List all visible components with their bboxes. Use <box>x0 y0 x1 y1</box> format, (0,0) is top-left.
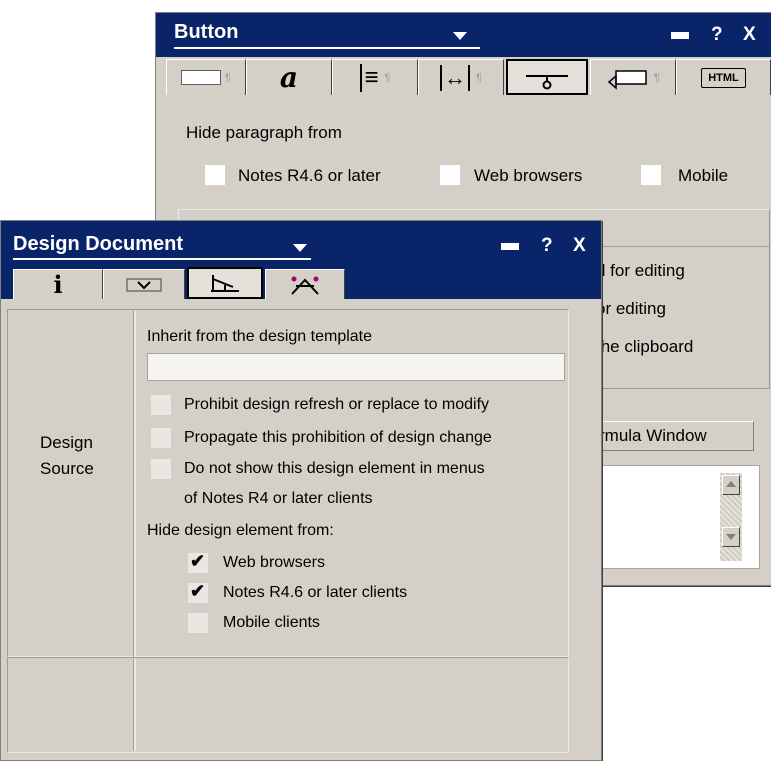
mobile-clients-label[interactable]: Mobile clients <box>223 614 320 632</box>
button-tab-strip: ¶ a ≡ ¶ ↔ ¶ ¶ HTML <box>166 57 771 97</box>
pilcrow-icon: ¶ <box>384 71 391 84</box>
title-dropdown-icon[interactable] <box>293 244 307 252</box>
html-tab[interactable]: HTML <box>676 59 771 95</box>
scroll-up-icon <box>726 481 736 487</box>
notes-r46-clients-checkbox[interactable]: ✔ <box>188 581 208 603</box>
fields-tab[interactable] <box>103 269 185 299</box>
security-tab[interactable] <box>265 269 345 299</box>
hide-in-menus-label[interactable]: Do not show this design element in menus <box>184 460 485 478</box>
hide-option-editing: d for editing <box>596 261 685 280</box>
field-tab[interactable]: ¶ <box>166 59 246 95</box>
scroll-down-button[interactable] <box>722 527 740 547</box>
web-browsers-label[interactable]: Web browsers <box>223 554 325 572</box>
design-tab[interactable] <box>187 267 263 299</box>
hide-in-menus-label-cont: of Notes R4 or later clients <box>184 490 373 507</box>
design-window-title[interactable]: Design Document <box>13 233 183 256</box>
margins-icon: ↔ <box>440 64 471 91</box>
html-icon: HTML <box>701 67 746 88</box>
propagate-prohibition-label[interactable]: Propagate this prohibition of design cha… <box>184 429 492 447</box>
web-browsers-checkbox[interactable]: ✔ <box>188 551 208 573</box>
web-browsers-label[interactable]: Web browsers <box>474 166 582 186</box>
hide-when-tab[interactable] <box>506 59 588 95</box>
pilcrow-icon: ¶ <box>654 71 660 84</box>
title-underline <box>13 258 311 260</box>
web-browsers-checkbox[interactable] <box>440 165 460 185</box>
alignment-tab[interactable]: ≡ ¶ <box>332 59 418 95</box>
scroll-up-button[interactable] <box>722 475 740 495</box>
fields-icon <box>126 277 162 292</box>
formula-window-label[interactable]: rmula Window <box>599 426 707 446</box>
hide-design-element-label: Hide design element from: <box>147 522 334 539</box>
title-dropdown-icon[interactable] <box>453 32 467 40</box>
design-document-window: Design Document ? X i Design Source Inhe… <box>0 220 602 761</box>
check-mark-icon: ✔ <box>190 551 206 571</box>
design-source-label-line1: Design <box>40 433 93 452</box>
mobile-checkbox[interactable] <box>641 165 661 185</box>
title-underline <box>174 47 480 49</box>
button-window-titlebar[interactable]: Button ? X <box>156 13 771 57</box>
column-divider <box>133 311 136 657</box>
mobile-clients-checkbox[interactable] <box>188 613 208 633</box>
help-button[interactable]: ? <box>711 24 723 46</box>
prohibit-refresh-label[interactable]: Prohibit design refresh or replace to mo… <box>184 396 489 414</box>
margins-tab[interactable]: ↔ ¶ <box>418 59 504 95</box>
info-tab[interactable]: i <box>13 269 103 299</box>
notes-r46-label[interactable]: Notes R4.6 or later <box>238 166 381 186</box>
scroll-down-icon <box>726 534 736 540</box>
notes-r46-checkbox[interactable] <box>205 165 225 185</box>
formula-window-button[interactable]: rmula Window <box>592 421 754 451</box>
button-window-title[interactable]: Button <box>174 21 238 44</box>
prohibit-refresh-checkbox[interactable] <box>151 395 171 415</box>
field-icon <box>181 70 222 85</box>
close-button[interactable]: X <box>743 24 756 46</box>
security-icon <box>291 276 319 295</box>
notes-r46-clients-label[interactable]: Notes R4.6 or later clients <box>223 584 407 602</box>
hotspot-icon <box>607 69 647 90</box>
hide-when-icon <box>526 75 568 90</box>
inherit-label: Inherit from the design template <box>147 328 373 345</box>
pilcrow-icon: ¶ <box>476 71 482 84</box>
lower-section-panel <box>7 657 569 753</box>
pilcrow-icon: ¶ <box>225 71 231 84</box>
mobile-label[interactable]: Mobile <box>678 166 728 186</box>
hide-in-menus-checkbox[interactable] <box>151 459 171 479</box>
hide-paragraph-label: Hide paragraph from <box>186 123 342 142</box>
design-window-titlebar[interactable]: Design Document ? X i <box>1 221 601 299</box>
alignment-icon: ≡ <box>359 63 379 92</box>
check-mark-icon: ✔ <box>190 581 206 601</box>
lower-column-divider <box>133 659 136 751</box>
info-icon: i <box>53 270 63 299</box>
hotspot-tab[interactable]: ¶ <box>590 59 676 95</box>
hide-option-print: or editing <box>596 299 666 318</box>
inherit-template-input[interactable] <box>147 353 565 381</box>
close-button[interactable]: X <box>573 235 586 257</box>
propagate-prohibition-checkbox[interactable] <box>151 428 171 448</box>
help-button[interactable]: ? <box>541 235 553 257</box>
design-source-label-line2: Source <box>40 459 94 478</box>
minimize-icon[interactable] <box>501 243 519 250</box>
hide-option-clipboard: the clipboard <box>596 337 694 356</box>
font-tab[interactable]: a <box>246 59 332 95</box>
design-icon <box>211 275 239 292</box>
font-icon: a <box>279 61 299 94</box>
minimize-icon[interactable] <box>671 32 689 39</box>
